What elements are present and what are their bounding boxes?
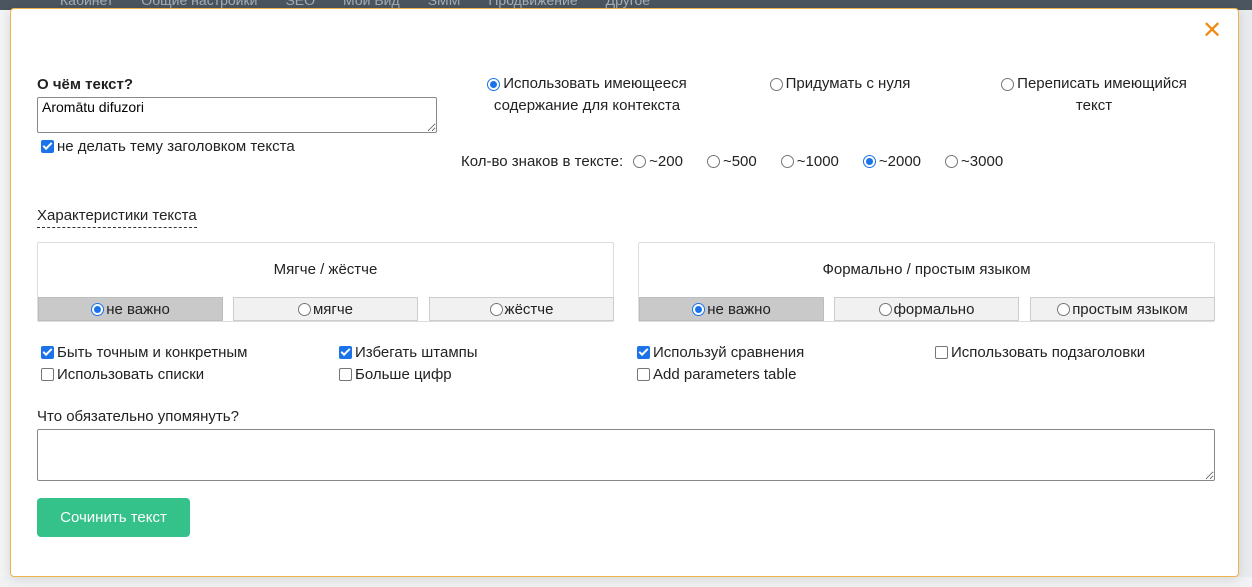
length-option-1000[interactable]: ~1000 <box>780 153 839 170</box>
checkbox-icon[interactable] <box>41 140 54 153</box>
radio-icon[interactable] <box>91 302 105 316</box>
length-row: Кол-во знаков в тексте: ~200 ~500 ~1000 … <box>461 153 1003 170</box>
radio-icon[interactable] <box>692 302 706 316</box>
checkbox-icon[interactable] <box>41 368 54 381</box>
mode-option-from-scratch[interactable]: Придумать с нуля <box>755 73 925 95</box>
radio-icon[interactable] <box>862 155 876 168</box>
length-option-label: ~1000 <box>796 153 839 170</box>
option-parameters-table[interactable]: Add parameters table <box>637 366 796 383</box>
length-label: Кол-во знаков в тексте: <box>461 153 624 170</box>
radio-icon[interactable] <box>489 302 503 316</box>
mode-option-rewrite[interactable]: Переписать имеющийся текст <box>989 73 1199 117</box>
radio-icon[interactable] <box>878 302 892 316</box>
tone-option-harder[interactable]: жёстче <box>429 297 614 321</box>
background-menu-item: SEO <box>285 0 316 8</box>
option-lists[interactable]: Использовать списки <box>41 366 204 383</box>
mention-label: Что обязательно упомянуть? <box>37 408 239 425</box>
characteristics-toggle[interactable]: Характеристики текста <box>37 207 197 228</box>
style-option-formal[interactable]: формально <box>834 297 1019 321</box>
close-icon[interactable]: ✕ <box>1200 19 1224 43</box>
text-generator-modal: ✕ О чём текст? не делать тему заголовком… <box>10 8 1239 577</box>
radio-icon[interactable] <box>1001 77 1015 91</box>
option-comparisons[interactable]: Используй сравнения <box>637 344 804 361</box>
tone-option-softer[interactable]: мягче <box>233 297 418 321</box>
option-precise[interactable]: Быть точным и конкретным <box>41 344 247 361</box>
tone-title: Мягче / жёстче <box>273 261 378 278</box>
background-menu-item: Другое <box>605 0 651 8</box>
radio-icon[interactable] <box>1057 302 1071 316</box>
compose-text-button[interactable]: Сочинить текст <box>37 498 190 537</box>
mode-option-label: Использовать имеющееся <box>503 75 687 92</box>
tone-option-label: мягче <box>312 300 354 318</box>
mode-option-label: Придумать с нуля <box>785 75 911 92</box>
no-title-checkbox[interactable]: не делать тему заголовком текста <box>41 138 295 155</box>
style-panel: Формально / простым языком не важно форм… <box>638 242 1215 322</box>
checkbox-icon[interactable] <box>41 346 54 359</box>
mode-option-label-line2: текст <box>1075 97 1113 114</box>
option-label: Add parameters table <box>653 366 797 383</box>
length-option-label: ~200 <box>649 153 683 170</box>
checkbox-icon[interactable] <box>637 346 650 359</box>
style-title: Формально / простым языком <box>822 261 1031 278</box>
length-option-200[interactable]: ~200 <box>633 153 683 170</box>
option-more-numbers[interactable]: Больше цифр <box>339 366 452 383</box>
option-label: Использовать списки <box>57 366 205 383</box>
length-option-500[interactable]: ~500 <box>706 153 757 170</box>
radio-icon[interactable] <box>780 155 794 168</box>
option-label: Больше цифр <box>355 366 452 383</box>
checkbox-icon[interactable] <box>339 346 352 359</box>
style-option-label: не важно <box>707 300 771 318</box>
background-menu-item: SMM <box>427 0 461 8</box>
radio-icon[interactable] <box>945 155 959 168</box>
option-label: Избегать штампы <box>355 344 478 361</box>
background-footer <box>0 577 1252 587</box>
length-option-label: ~2000 <box>878 153 922 170</box>
mode-option-label: Переписать имеющийся <box>1017 75 1187 92</box>
tone-option-label: не важно <box>106 300 170 318</box>
checkbox-icon[interactable] <box>935 346 948 359</box>
option-avoid-cliches[interactable]: Избегать штампы <box>339 344 478 361</box>
option-label: Быть точным и конкретным <box>57 344 248 361</box>
mode-option-label-line2: содержание для контекста <box>493 97 681 114</box>
length-option-3000[interactable]: ~3000 <box>945 153 1003 170</box>
length-option-label: ~500 <box>722 153 757 170</box>
topic-input[interactable] <box>37 97 437 133</box>
option-label: Использовать подзаголовки <box>951 344 1146 361</box>
no-title-label: не делать тему заголовком текста <box>57 138 295 155</box>
background-menu-item: Кабинет <box>60 0 114 8</box>
style-option-label: простым языком <box>1072 300 1188 318</box>
mode-option-use-existing[interactable]: Использовать имеющееся содержание для ко… <box>473 73 701 117</box>
tone-panel: Мягче / жёстче не важно мягче жёстче <box>37 242 614 322</box>
mention-input[interactable] <box>37 429 1215 481</box>
option-subheadings[interactable]: Использовать подзаголовки <box>935 344 1145 361</box>
radio-icon[interactable] <box>633 155 647 168</box>
radio-icon[interactable] <box>487 77 501 91</box>
background-menu-item: Мой Вид <box>343 0 400 8</box>
length-option-2000[interactable]: ~2000 <box>862 153 922 170</box>
checkbox-icon[interactable] <box>339 368 352 381</box>
style-option-any[interactable]: не важно <box>639 297 824 321</box>
tone-option-any[interactable]: не важно <box>38 297 223 321</box>
background-menu-item: Продвижение <box>488 0 578 8</box>
checkbox-icon[interactable] <box>637 368 650 381</box>
background-menu: Кабинет Общие настройки SEO Мой Вид SMM … <box>0 0 650 8</box>
tone-option-label: жёстче <box>504 300 554 318</box>
style-option-label: формально <box>893 300 975 318</box>
length-option-label: ~3000 <box>961 153 1004 170</box>
topic-label: О чём текст? <box>37 76 133 93</box>
radio-icon[interactable] <box>297 302 311 316</box>
option-label: Используй сравнения <box>653 344 805 361</box>
radio-icon[interactable] <box>769 77 783 91</box>
style-option-simple[interactable]: простым языком <box>1030 297 1215 321</box>
background-menu-item: Общие настройки <box>141 0 258 8</box>
radio-icon[interactable] <box>706 155 720 168</box>
